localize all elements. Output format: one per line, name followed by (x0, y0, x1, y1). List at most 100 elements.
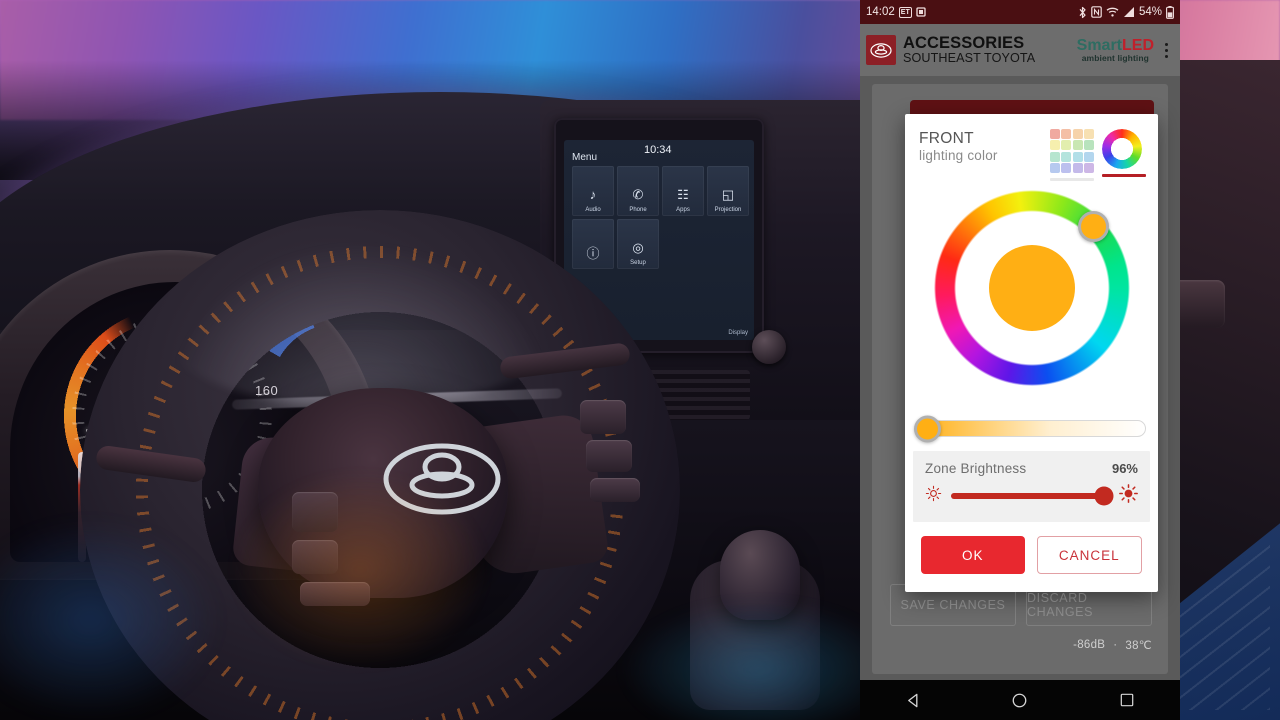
gear-shifter-knob (720, 530, 800, 620)
tab-swatches[interactable] (1050, 129, 1094, 181)
app-body: FRONT lighting color Zone Brightness 96%… (860, 76, 1180, 680)
picker-mode-tabs (1050, 129, 1146, 181)
battery-icon (1166, 5, 1174, 19)
app-title: ACCESSORIES SOUTHEAST TOYOTA (903, 35, 1035, 65)
brightness-fill (951, 493, 1104, 499)
discard-changes-button[interactable]: DISCARD CHANGES (1026, 584, 1152, 626)
et-badge-icon: ET (898, 6, 912, 18)
saturation-row (905, 415, 1158, 451)
save-changes-button[interactable]: SAVE CHANGES (890, 584, 1016, 626)
swatch-grid-icon (1050, 129, 1094, 173)
swatch-cell[interactable] (1050, 140, 1060, 151)
back-icon[interactable] (896, 680, 930, 720)
battery-percent-label: 54% (1138, 6, 1162, 18)
music-note-icon: ♪ (589, 187, 597, 202)
bluetooth-icon (1078, 6, 1087, 19)
phone-screen: 14:02 ET 54% ACCESSORIES SOUTHEAST TOYOT… (860, 0, 1180, 720)
ok-button[interactable]: OK (921, 536, 1025, 574)
steering-button-right-3 (590, 478, 640, 502)
apps-grid-icon: ☷ (677, 187, 689, 202)
signal-strength-value: -86dB (1073, 639, 1106, 651)
steering-button-right-2 (586, 440, 632, 472)
zone-brightness-panel: Zone Brightness 96% (913, 451, 1150, 522)
temperature-value: 38℃ (1125, 640, 1152, 652)
hue-thumb[interactable] (1077, 210, 1109, 242)
zone-card-stack: FRONT lighting color Zone Brightness 96%… (872, 84, 1168, 674)
swatch-cell[interactable] (1061, 140, 1072, 151)
swatch-cell[interactable] (1061, 163, 1072, 173)
screenshot-icon (916, 6, 928, 18)
zone-brightness-slider-row (925, 484, 1138, 508)
color-wheel-icon (1102, 129, 1142, 169)
home-icon[interactable] (1003, 680, 1037, 720)
selected-color-preview (988, 245, 1075, 331)
dialog-subtitle: lighting color (919, 148, 998, 164)
smartled-logo: SmartLED ambient lighting (1076, 36, 1154, 63)
gear-icon: ◎ (632, 240, 644, 255)
status-separator: · (1113, 639, 1118, 651)
dialog-header: FRONT lighting color (905, 114, 1158, 184)
status-bar-right: 54% (1078, 5, 1174, 19)
screenshot-root: 20 40 60 80 100 160 mph SPORT P Menu 10:… (0, 0, 1280, 720)
color-wheel-area[interactable] (905, 184, 1158, 416)
wifi-icon (1106, 6, 1119, 18)
tile-label: Phone (629, 207, 647, 213)
sun-bright-icon (1119, 484, 1138, 508)
swatch-cell[interactable] (1050, 163, 1060, 173)
dialog-actions: OK CANCEL (905, 522, 1158, 590)
phone-icon: ✆ (632, 187, 644, 202)
smartled-part-a: Smart (1076, 36, 1122, 54)
swatch-cell[interactable] (1072, 140, 1083, 151)
swatch-cell[interactable] (1084, 140, 1094, 151)
infotainment-tile-projection: ◱ Projection (707, 166, 749, 216)
swatch-cell[interactable] (1050, 151, 1060, 162)
swatch-cell[interactable] (1084, 151, 1094, 162)
status-clock: 14:02 (866, 6, 895, 18)
info-icon: ⓘ (586, 246, 600, 261)
lighting-color-dialog: FRONT lighting color Zone Brightness 96%… (905, 114, 1158, 592)
zone-brightness-label: Zone Brightness (925, 461, 1027, 476)
infotainment-tile-apps: ☷ Apps (662, 166, 704, 216)
app-bar: ACCESSORIES SOUTHEAST TOYOTA SmartLED am… (860, 24, 1180, 76)
overflow-menu-icon[interactable] (1158, 42, 1174, 58)
tile-label: Audio (585, 207, 601, 213)
steering-button-left-2 (292, 540, 338, 574)
android-navigation-bar (860, 680, 1180, 720)
smartled-wordmark: SmartLED (1076, 36, 1154, 54)
infotainment-tile-audio: ♪ Audio (572, 166, 614, 216)
toyota-emblem-icon (382, 440, 502, 518)
steering-button-right-1 (580, 400, 626, 434)
status-bar: 14:02 ET 54% (860, 0, 1180, 24)
signal-icon (1123, 6, 1135, 18)
steering-button-left-3 (300, 582, 370, 606)
tab-color-wheel[interactable] (1102, 129, 1146, 177)
steering-button-left-1 (292, 492, 338, 532)
cancel-button[interactable]: CANCEL (1036, 536, 1142, 574)
swatch-cell[interactable] (1061, 129, 1072, 139)
saturation-slider[interactable] (914, 415, 1146, 442)
infotainment-tile-phone: ✆ Phone (617, 166, 659, 216)
brightness-thumb[interactable] (1094, 486, 1114, 506)
brightness-track[interactable] (951, 486, 1114, 506)
volume-knob (752, 330, 786, 364)
infotainment-menu-label: Menu (572, 152, 598, 163)
tab-indicator (1050, 178, 1094, 181)
zone-brightness-header: Zone Brightness 96% (925, 461, 1138, 476)
swatch-cell[interactable] (1072, 163, 1083, 173)
recents-icon[interactable] (1110, 680, 1144, 720)
zone-brightness-value: 96% (1111, 461, 1138, 476)
steering-wheel-highlight (150, 228, 570, 408)
swatch-cell[interactable] (1061, 151, 1072, 162)
projection-icon: ◱ (721, 187, 735, 202)
tile-label: Setup (630, 260, 646, 266)
swatch-cell[interactable] (1050, 129, 1060, 139)
saturation-thumb[interactable] (914, 415, 941, 442)
tab-indicator-active (1102, 174, 1146, 177)
nfc-icon (1091, 6, 1102, 18)
sun-dim-icon (925, 485, 942, 507)
swatch-cell[interactable] (1072, 129, 1083, 139)
swatch-cell[interactable] (1084, 129, 1094, 139)
swatch-cell[interactable] (1084, 163, 1094, 173)
swatch-cell[interactable] (1072, 151, 1083, 162)
dialog-title-block: FRONT lighting color (919, 129, 998, 163)
